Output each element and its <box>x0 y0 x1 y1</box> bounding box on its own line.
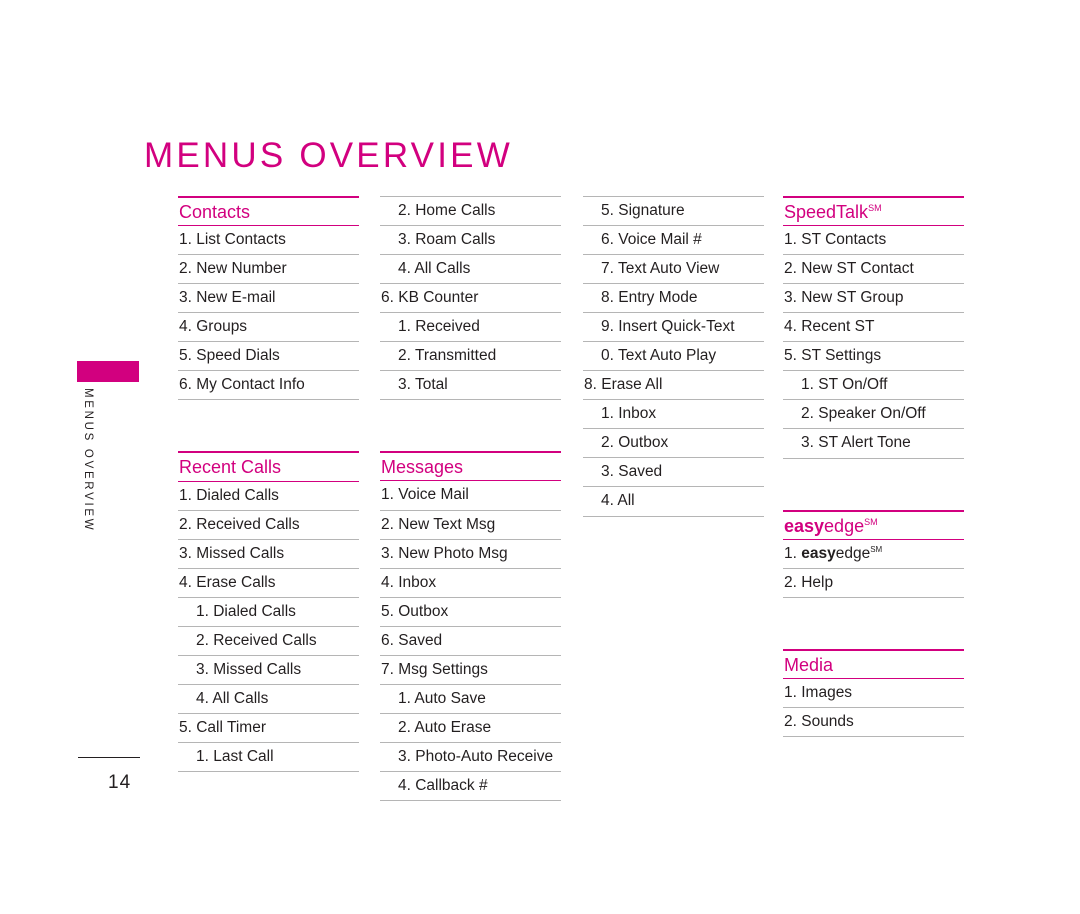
menu-item[interactable]: 3. Missed Calls <box>178 540 359 568</box>
menu-item[interactable]: 4. Inbox <box>380 569 561 597</box>
menu-item[interactable]: 1. ST On/Off <box>783 371 964 399</box>
service-mark-superscript: SM <box>870 544 883 554</box>
menu-section: 5. Signature 6. Voice Mail #7. Text Auto … <box>583 196 764 517</box>
page-number: 14 <box>108 772 132 793</box>
column-3: 5. Signature 6. Voice Mail #7. Text Auto … <box>583 196 764 517</box>
menu-item[interactable]: 2. Received Calls <box>178 511 359 539</box>
menu-item[interactable]: 4. All Calls <box>178 685 359 713</box>
menu-section: SpeedTalkSM 1. ST Contacts 2. New ST Conta… <box>783 196 964 459</box>
section-heading-bold-part: easy <box>784 515 825 536</box>
menu-item[interactable]: 7. Text Auto View <box>583 255 764 283</box>
section-heading: Recent Calls <box>179 457 282 478</box>
menu-item[interactable]: 1. Auto Save <box>380 685 561 713</box>
menu-item[interactable]: 2. Received Calls <box>178 627 359 655</box>
menu-item[interactable]: 4. All <box>583 487 764 515</box>
menu-item[interactable]: 3. New ST Group <box>783 284 964 312</box>
menu-item[interactable]: 2. Speaker On/Off <box>783 400 964 428</box>
menu-item[interactable]: 3. Roam Calls <box>380 226 561 254</box>
menu-item[interactable]: 6. KB Counter <box>380 284 561 312</box>
menu-item[interactable]: 4. All Calls <box>380 255 561 283</box>
menu-item[interactable]: 2. Sounds <box>783 708 964 736</box>
menu-item[interactable]: 5. ST Settings <box>783 342 964 370</box>
side-tab-label: MENUS OVERVIEW <box>82 388 94 533</box>
service-mark-superscript: SM <box>868 203 882 213</box>
menu-item[interactable]: 7. Msg Settings <box>380 656 561 684</box>
menu-item[interactable]: 8. Erase All <box>583 371 764 399</box>
item-divider <box>178 399 359 401</box>
column-2: 2. Home Calls 3. Roam Calls 4. All Calls 6.… <box>380 196 561 801</box>
menu-item[interactable]: 1. Inbox <box>583 400 764 428</box>
menu-item[interactable]: 3. Saved <box>583 458 764 486</box>
menu-item[interactable]: 4. Recent ST <box>783 313 964 341</box>
service-mark-superscript: SM <box>864 516 878 527</box>
menu-item[interactable]: 1. easyedgeSM <box>783 540 964 568</box>
menu-item-bold-part: easy <box>801 544 836 562</box>
menu-item[interactable]: 1. List Contacts <box>178 226 359 254</box>
menu-item[interactable]: 3. New Photo Msg <box>380 540 561 568</box>
section-heading: Contacts <box>179 202 251 222</box>
menu-item[interactable]: 2. New ST Contact <box>783 255 964 283</box>
menu-item[interactable]: 3. New E-mail <box>178 284 359 312</box>
menu-item[interactable]: 2. Transmitted <box>380 342 561 370</box>
column-1: Contacts 1. List Contacts 2. New Number 3. … <box>178 196 359 773</box>
menu-item[interactable]: 2. New Number <box>178 255 359 283</box>
menu-section: Messages 1. Voice Mail 2. New Text Msg 3. N… <box>380 451 561 801</box>
item-divider <box>380 800 561 801</box>
item-divider <box>783 736 964 738</box>
menu-item[interactable]: 2. Help <box>783 569 964 597</box>
menu-item[interactable]: 5. Outbox <box>380 598 561 626</box>
menu-item[interactable]: 5. Call Timer <box>178 714 359 742</box>
menu-item[interactable]: 5. Signature <box>583 197 764 225</box>
item-divider <box>178 771 359 773</box>
menu-item[interactable]: 8. Entry Mode <box>583 284 764 312</box>
menu-item[interactable]: 1. Received <box>380 313 561 341</box>
footer-divider <box>78 757 140 758</box>
menu-item[interactable]: 3. Total <box>380 371 561 399</box>
menu-item[interactable]: 9. Insert Quick-Text <box>583 313 764 341</box>
menu-item[interactable]: 3. Photo-Auto Receive <box>380 743 561 771</box>
menu-item[interactable]: 4. Erase Calls <box>178 569 359 597</box>
menu-section: 2. Home Calls 3. Roam Calls 4. All Calls 6.… <box>380 196 561 401</box>
item-divider <box>380 399 561 401</box>
menu-item[interactable]: 6. Voice Mail # <box>583 226 764 254</box>
menu-item[interactable]: 2. New Text Msg <box>380 511 561 539</box>
menu-item[interactable]: 3. Missed Calls <box>178 656 359 684</box>
side-tab-marker <box>77 361 139 382</box>
section-heading: easyedgeSM <box>784 515 878 536</box>
menu-item[interactable]: 6. Saved <box>380 627 561 655</box>
section-heading: Messages <box>381 457 464 478</box>
menu-item[interactable]: 0. Text Auto Play <box>583 342 764 370</box>
menu-item[interactable]: 4. Groups <box>178 313 359 341</box>
menu-item[interactable]: 1. Last Call <box>178 743 359 771</box>
menu-section: Media 1. Images 2. Sounds <box>783 648 964 738</box>
section-heading: SpeedTalkSM <box>784 202 882 222</box>
section-heading: Media <box>784 654 834 675</box>
menu-item[interactable]: 5. Speed Dials <box>178 342 359 370</box>
menu-section: Contacts 1. List Contacts 2. New Number 3. … <box>178 196 359 401</box>
menu-item[interactable]: 3. ST Alert Tone <box>783 429 964 457</box>
item-divider <box>783 596 964 598</box>
item-divider <box>583 515 764 517</box>
menu-item[interactable]: 1. Dialed Calls <box>178 598 359 626</box>
menu-item[interactable]: 1. Dialed Calls <box>178 482 359 510</box>
menu-section: easyedgeSM 1. easyedgeSM 2. Help <box>783 509 964 598</box>
menu-item[interactable]: 2. Home Calls <box>380 197 561 225</box>
menu-item[interactable]: 1. Voice Mail <box>380 481 561 509</box>
menu-item[interactable]: 4. Callback # <box>380 772 561 800</box>
menu-item[interactable]: 2. Outbox <box>583 429 764 457</box>
menu-item[interactable]: 6. My Contact Info <box>178 371 359 399</box>
menu-section: Recent Calls 1. Dialed Calls 2. Received C… <box>178 451 359 773</box>
menu-item[interactable]: 1. Images <box>783 679 964 707</box>
column-4: SpeedTalkSM 1. ST Contacts 2. New ST Conta… <box>783 196 964 738</box>
item-divider <box>783 457 964 459</box>
page-title: MENUS OVERVIEW <box>144 136 513 176</box>
menu-item[interactable]: 1. ST Contacts <box>783 226 964 254</box>
menu-item[interactable]: 2. Auto Erase <box>380 714 561 742</box>
